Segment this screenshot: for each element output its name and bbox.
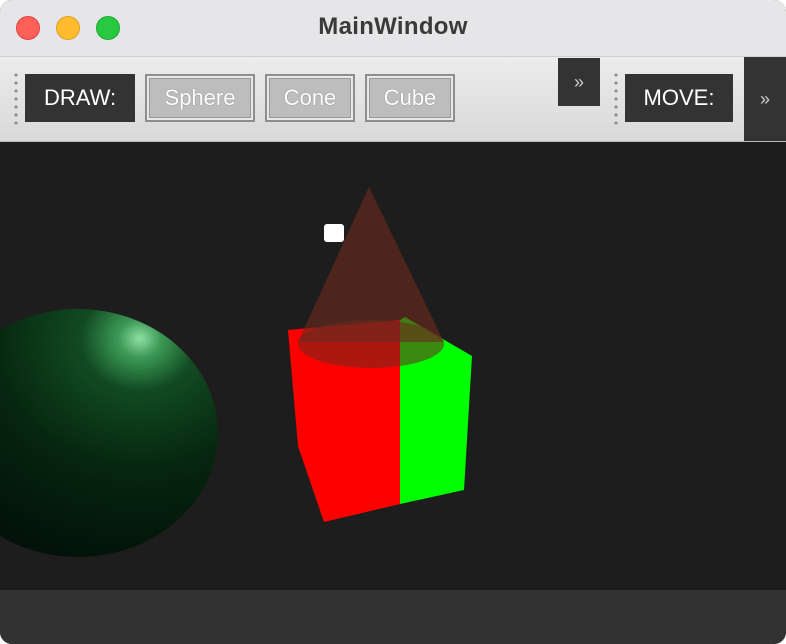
sphere-object[interactable] — [0, 309, 218, 557]
move-toolbar-extension-button[interactable]: » — [744, 57, 786, 141]
light-marker — [324, 224, 344, 242]
cone-base — [298, 320, 444, 368]
3d-viewport[interactable] — [0, 142, 786, 590]
draw-label: DRAW: — [25, 74, 135, 122]
chevron-double-right-icon: » — [573, 72, 584, 92]
cone-object[interactable] — [298, 187, 444, 342]
status-bar — [0, 590, 786, 644]
move-toolbar-grip[interactable] — [614, 71, 618, 127]
draw-toolbar-extension-button[interactable]: » — [558, 58, 600, 106]
main-window: MainWindow DRAW: Sphere Cone Cube » MOVE… — [0, 0, 786, 644]
sphere-button[interactable]: Sphere — [145, 74, 255, 122]
toolbar-area: DRAW: Sphere Cone Cube » MOVE: » — [0, 57, 786, 142]
scene-canvas — [0, 187, 472, 557]
window-title: MainWindow — [318, 13, 468, 40]
draw-toolbar-grip[interactable] — [14, 71, 18, 127]
title-bar: MainWindow — [0, 0, 786, 57]
move-label: MOVE: — [625, 74, 733, 122]
chevron-double-right-icon: » — [759, 89, 770, 109]
cone-button[interactable]: Cone — [265, 74, 355, 122]
cube-button[interactable]: Cube — [365, 74, 455, 122]
